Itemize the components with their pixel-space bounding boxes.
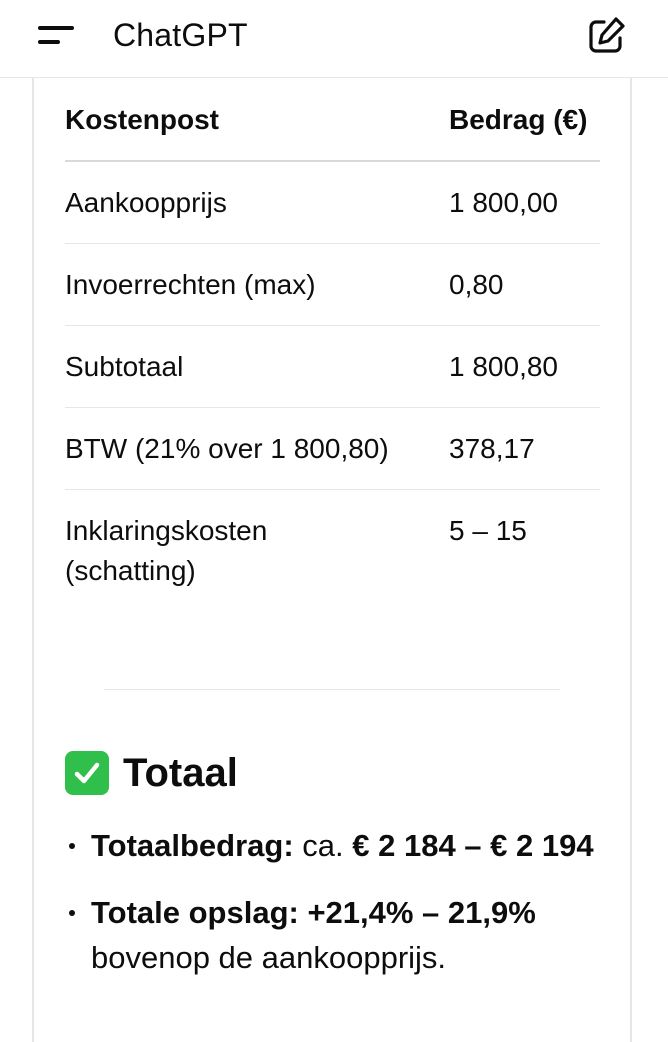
row-label: Inklaringskosten (schatting) xyxy=(65,490,449,612)
table-row: Subtotaal 1 800,80 xyxy=(65,325,600,408)
row-value: 1 800,00 xyxy=(449,161,600,244)
bullet-icon xyxy=(69,843,75,849)
summary-amount: € 2 184 – € 2 194 xyxy=(352,828,594,863)
new-chat-icon[interactable] xyxy=(584,14,628,58)
summary-text: bovenop de aankoopprijs. xyxy=(91,940,447,975)
section-heading: Totaal xyxy=(65,749,238,797)
row-label: Invoerrechten (max) xyxy=(65,243,449,326)
top-bar: ChatGPT xyxy=(0,0,668,78)
table-row: Inklaringskosten (schatting) 5 – 15 xyxy=(65,490,600,612)
row-label-line1: Inklaringskosten xyxy=(65,515,268,546)
summary-label: Totaalbedrag: xyxy=(91,828,294,863)
row-value: 378,17 xyxy=(449,407,600,490)
divider xyxy=(104,689,560,690)
row-value: 1 800,80 xyxy=(449,325,600,408)
check-mark-icon xyxy=(65,751,109,795)
row-label: BTW (21% over 1 800,80) xyxy=(65,407,449,490)
table-row: BTW (21% over 1 800,80) 378,17 xyxy=(65,407,600,490)
row-label: Aankoopprijs xyxy=(65,161,449,244)
table-header-row: Kostenpost Bedrag (€) xyxy=(65,80,600,162)
row-label-line2: (schatting) xyxy=(65,555,196,586)
row-value: 5 – 15 xyxy=(449,515,527,546)
menu-icon[interactable] xyxy=(30,18,80,54)
app-title: ChatGPT xyxy=(113,17,248,53)
summary-list: Totaalbedrag: ca. € 2 184 – € 2 194 Tota… xyxy=(65,823,595,1002)
row-value: 0,80 xyxy=(449,243,600,326)
row-label: Subtotaal xyxy=(65,325,449,408)
column-header-kostenpost: Kostenpost xyxy=(65,80,449,162)
cost-table: Kostenpost Bedrag (€) Aankoopprijs 1 800… xyxy=(65,80,600,611)
summary-text: ca. xyxy=(293,828,353,863)
summary-label: Totale opslag: +21,4% – 21,9% xyxy=(91,895,536,930)
list-item: Totale opslag: +21,4% – 21,9% bovenop de… xyxy=(65,890,595,980)
section-title: Totaal xyxy=(123,751,238,795)
bullet-icon xyxy=(69,910,75,916)
list-item: Totaalbedrag: ca. € 2 184 – € 2 194 xyxy=(65,823,595,868)
table-row: Aankoopprijs 1 800,00 xyxy=(65,161,600,244)
column-header-bedrag: Bedrag (€) xyxy=(449,80,600,162)
table-row: Invoerrechten (max) 0,80 xyxy=(65,243,600,326)
